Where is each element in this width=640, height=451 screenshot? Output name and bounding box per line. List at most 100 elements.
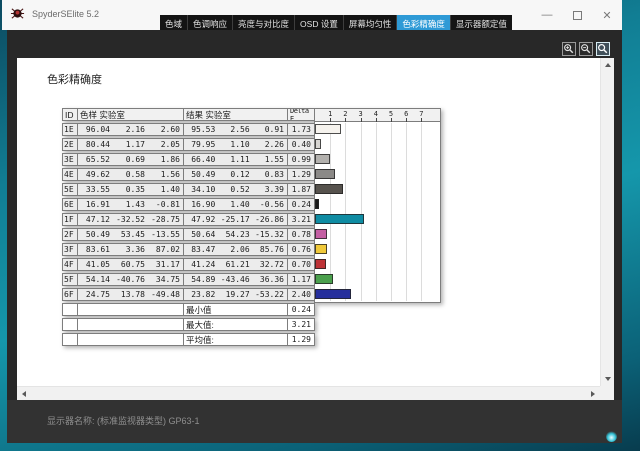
delta-bar: [315, 229, 327, 239]
sample-value: 1.86: [148, 155, 183, 164]
sample-value: 83.61: [78, 245, 113, 254]
cell-result-lab: 79.951.102.26: [183, 138, 288, 151]
result-value: 50.49: [184, 170, 218, 179]
sample-value: 2.16: [113, 125, 148, 134]
sample-value: 34.75: [148, 275, 183, 284]
cell-result-lab: 16.901.40-0.56: [183, 198, 288, 211]
cell-delta-e: 3.21: [287, 213, 315, 226]
zoom-out-icon: [580, 43, 592, 55]
delta-bar: [315, 244, 327, 254]
result-value: 41.24: [184, 260, 218, 269]
scrollbar-corner: [600, 386, 614, 400]
sample-value: 87.02: [148, 245, 183, 254]
delta-bar: [315, 154, 330, 164]
zoom-in-button[interactable]: [562, 42, 576, 56]
sample-value: 1.17: [113, 140, 148, 149]
desktop-background: { "window": { "title": "SpyderSElite 5.2…: [0, 0, 640, 451]
close-button[interactable]: ✕: [592, 0, 622, 30]
cell-delta-e: 0.99: [287, 153, 315, 166]
sample-value: 54.14: [78, 275, 113, 284]
sample-value: 0.58: [113, 170, 148, 179]
sample-value: 33.55: [78, 185, 113, 194]
sample-value: 49.62: [78, 170, 113, 179]
cell-id: 2F: [62, 228, 78, 241]
report-title: 色彩精确度: [47, 71, 102, 87]
report-table: ID 色样 实验室 结果 实验室 Delta E 1E96.042.162.60…: [62, 108, 442, 348]
scale-label: 7: [415, 110, 427, 118]
vertical-scrollbar[interactable]: [600, 58, 614, 386]
result-value: -53.22: [253, 290, 287, 299]
delta-bar: [315, 139, 321, 149]
col-header-id: ID: [62, 108, 78, 121]
cell-sample-lab: 65.520.691.86: [77, 153, 184, 166]
cell-delta-e: 1.73: [287, 123, 315, 136]
cell-sample-lab: 54.14-40.7634.75: [77, 273, 184, 286]
zoom-reset-button[interactable]: [596, 42, 610, 56]
cell-result-lab: 95.532.560.91: [183, 123, 288, 136]
scroll-left-button[interactable]: [17, 387, 31, 401]
zoom-reset-icon: [597, 43, 609, 55]
delta-bar: [315, 124, 341, 134]
sample-value: 65.52: [78, 155, 113, 164]
cell-empty: [62, 303, 78, 316]
result-value: 61.21: [218, 260, 252, 269]
arrow-up-icon: [605, 63, 611, 67]
report-page: 色彩精确度 ID 色样 实验室 结果 实验室 Delta E 1E96.042.…: [17, 58, 614, 400]
maximize-button[interactable]: [562, 0, 592, 30]
sample-value: 1.43: [113, 200, 148, 209]
result-value: 0.12: [218, 170, 252, 179]
delta-bar: [315, 259, 326, 269]
result-value: 0.52: [218, 185, 252, 194]
sample-value: -28.75: [148, 215, 183, 224]
sample-value: 3.36: [113, 245, 148, 254]
cell-id: 1F: [62, 213, 78, 226]
cell-id: 3E: [62, 153, 78, 166]
cell-empty: [62, 318, 78, 331]
scale-tick: [421, 118, 422, 122]
col-header-delta: Delta E: [287, 108, 315, 121]
cell-delta-e: 2.40: [287, 288, 315, 301]
cell-result-lab: 41.2461.2132.72: [183, 258, 288, 271]
summary-row: 最小值0.24: [62, 303, 442, 316]
cell-delta-e: 0.24: [287, 198, 315, 211]
col-header-result: 结果 实验室: [183, 108, 288, 121]
cell-sample-lab: 47.12-32.52-28.75: [77, 213, 184, 226]
scroll-down-button[interactable]: [601, 372, 615, 386]
cell-delta-e: 0.78: [287, 228, 315, 241]
cell-result-lab: 66.401.111.55: [183, 153, 288, 166]
delta-bar: [315, 169, 335, 179]
arrow-right-icon: [591, 391, 595, 397]
result-value: 79.95: [184, 140, 218, 149]
cell-id: 4E: [62, 168, 78, 181]
cell-result-lab: 50.490.120.83: [183, 168, 288, 181]
sample-value: 47.12: [78, 215, 113, 224]
minimize-button[interactable]: —: [532, 0, 562, 30]
sample-value: 80.44: [78, 140, 113, 149]
result-value: -26.86: [253, 215, 287, 224]
summary-label: 平均值:: [183, 333, 288, 346]
gridline: [376, 123, 377, 301]
cell-delta-e: 1.17: [287, 273, 315, 286]
scroll-up-button[interactable]: [601, 58, 615, 72]
cell-id: 5F: [62, 273, 78, 286]
scroll-right-button[interactable]: [586, 387, 600, 401]
cell-sample-lab: 50.4953.45-13.55: [77, 228, 184, 241]
result-value: 1.11: [218, 155, 252, 164]
sample-value: 1.56: [148, 170, 183, 179]
scale-tick: [391, 118, 392, 122]
horizontal-scrollbar[interactable]: [17, 386, 600, 400]
cell-sample-lab: 33.550.351.40: [77, 183, 184, 196]
cell-empty: [77, 318, 184, 331]
result-value: 19.27: [218, 290, 252, 299]
scale-tick: [406, 118, 407, 122]
cell-id: 1E: [62, 123, 78, 136]
scale-tick: [376, 118, 377, 122]
col-header-sample: 色样 实验室: [77, 108, 184, 121]
result-value: -15.32: [253, 230, 287, 239]
result-value: 47.92: [184, 215, 218, 224]
cell-empty: [77, 333, 184, 346]
cell-delta-e: 0.70: [287, 258, 315, 271]
zoom-out-button[interactable]: [579, 42, 593, 56]
result-value: 16.90: [184, 200, 218, 209]
scale-tick: [330, 118, 331, 122]
